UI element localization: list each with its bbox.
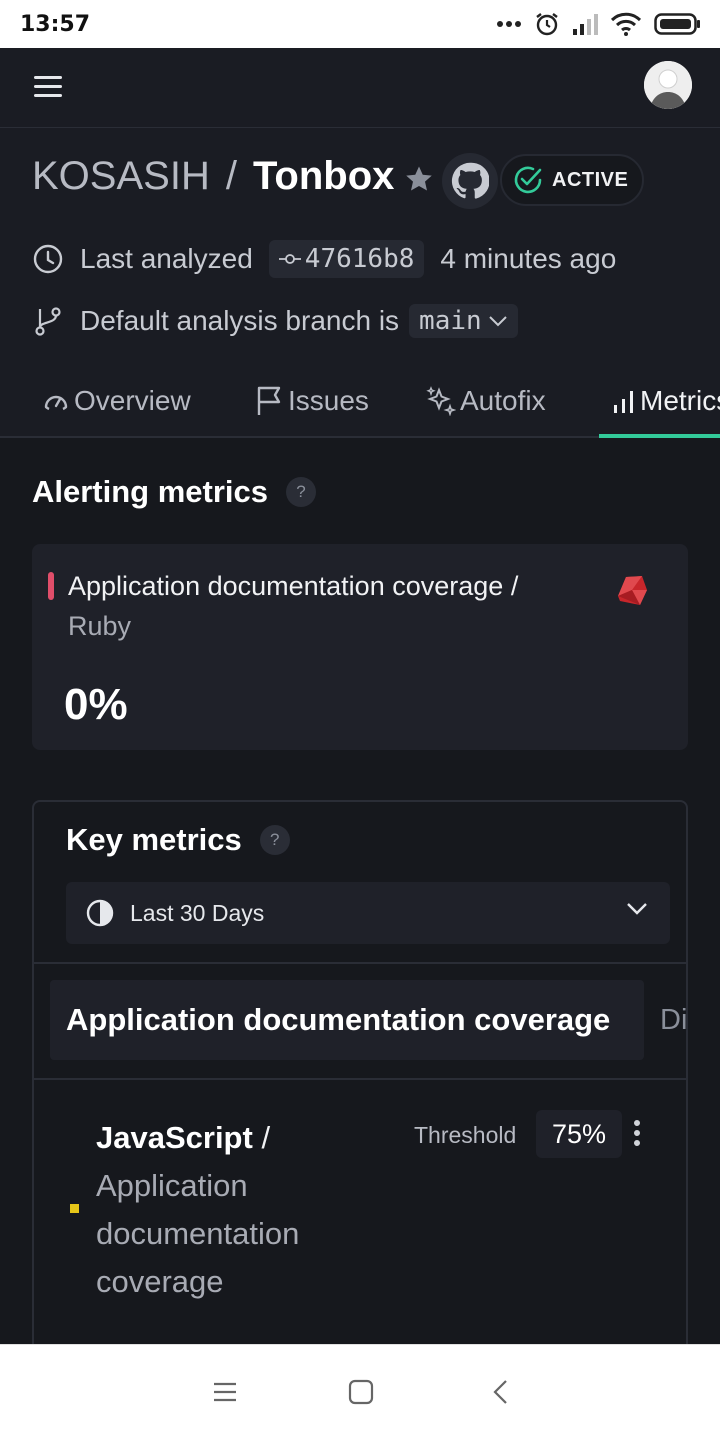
gauge-icon [44, 395, 68, 411]
tab-autofix-label: Autofix [460, 385, 546, 416]
divider [34, 962, 686, 964]
commit-icon [278, 254, 301, 264]
recent-apps-icon[interactable] [212, 1379, 238, 1405]
repo-owner-link[interactable]: KOSASIH [32, 154, 210, 199]
metric-row-title: JavaScript / Application documentation c… [96, 1114, 386, 1306]
alert-metric-value: 0% [64, 680, 128, 729]
status-time: 13:57 [20, 12, 91, 37]
alert-metric-name: Application documentation coverage [68, 571, 504, 601]
commit-hash: 47616b8 [304, 244, 415, 274]
back-icon[interactable] [488, 1379, 514, 1405]
avatar[interactable] [644, 61, 692, 109]
repo-separator: / [225, 154, 237, 198]
threshold-value[interactable]: 75% [536, 1110, 622, 1158]
alert-metric-separator: / [510, 571, 519, 601]
tab-issues-label: Issues [288, 385, 369, 416]
alerting-help-icon[interactable]: ? [286, 477, 317, 507]
metric-row-metric: Application documentation coverage [96, 1168, 300, 1299]
key-metrics-help-icon[interactable]: ? [259, 825, 290, 855]
alert-indicator-bar [48, 572, 54, 600]
tab-overview-label: Overview [74, 385, 191, 416]
ruby-icon [618, 576, 647, 605]
repo-title: KOSASIH / Tonbox [32, 154, 434, 199]
alert-metric-language: Ruby [68, 611, 132, 641]
javascript-icon [70, 1204, 79, 1213]
alert-metric-card[interactable]: Application documentation coverage / Rub… [32, 544, 688, 750]
threshold-label: Threshold [414, 1122, 517, 1148]
commit-link[interactable]: 47616b8 [268, 240, 425, 278]
system-nav-bar [0, 1344, 720, 1440]
sparkle-icon [426, 386, 456, 416]
more-options-icon[interactable] [632, 1120, 642, 1150]
repo-name: Tonbox [252, 154, 395, 198]
chevron-down-icon [488, 316, 507, 327]
date-range-select[interactable]: Last 30 Days [66, 882, 670, 944]
key-metrics-title: Key metrics [66, 822, 242, 857]
alerting-metrics-title: Alerting metrics [32, 474, 269, 509]
alarm-icon [536, 13, 558, 36]
active-tab-indicator [599, 434, 720, 438]
check-circle-icon [514, 166, 542, 194]
app-bar [0, 48, 720, 128]
key-metrics-heading: Key metrics ? [66, 822, 290, 858]
signal-icon [573, 14, 598, 35]
status-badge: ACTIVE [500, 154, 644, 206]
tab-metrics[interactable]: Metrics [612, 378, 720, 424]
analyzed-time-ago: 4 minutes ago [440, 243, 617, 274]
tab-issues[interactable]: Issues [256, 378, 369, 424]
branch-name: main [419, 306, 482, 336]
branch-select[interactable]: main [409, 304, 518, 338]
git-branch-icon [35, 307, 61, 336]
last-analyzed-row: Last analyzed 47616b8 4 minutes ago [32, 240, 616, 278]
status-badge-label: ACTIVE [552, 168, 629, 191]
chevron-down-icon [627, 903, 647, 915]
metric-tab-next[interactable]: Di [660, 980, 686, 1060]
github-link-button[interactable] [442, 153, 498, 209]
default-branch-label: Default analysis branch is [80, 305, 400, 336]
metric-tab-app-doc-coverage[interactable]: Application documentation coverage [50, 980, 644, 1060]
divider [34, 1078, 686, 1080]
flag-icon [257, 386, 281, 415]
status-icons [496, 10, 700, 38]
battery-icon [654, 13, 700, 35]
default-branch-row: Default analysis branch is main [32, 304, 518, 338]
tab-metrics-label: Metrics [640, 385, 720, 416]
alerting-metrics-heading: Alerting metrics ? [32, 474, 317, 510]
bar-chart-icon [614, 391, 633, 413]
tab-overview[interactable]: Overview [42, 378, 191, 424]
clock-icon [33, 244, 63, 274]
alert-metric-title: Application documentation coverage / Rub… [68, 566, 598, 646]
star-icon[interactable] [404, 164, 434, 194]
repo-tabs: Overview Issues Autofix Metrics [0, 366, 720, 438]
home-icon[interactable] [348, 1379, 374, 1405]
status-bar: 13:57 [0, 0, 720, 48]
key-metrics-card: Key metrics ? Last 30 Days Application d… [32, 800, 688, 1360]
tab-autofix[interactable]: Autofix [426, 378, 546, 424]
wifi-icon [610, 12, 642, 36]
metric-row-language: JavaScript [96, 1120, 253, 1155]
user-avatar-icon [644, 61, 692, 109]
github-icon [451, 162, 489, 199]
last-analyzed-label: Last analyzed [80, 243, 253, 274]
metric-row-separator: / [261, 1120, 271, 1155]
repo-header: KOSASIH / Tonbox ACTIVE Last analyzed 47… [0, 128, 720, 438]
pie-chart-icon [86, 899, 114, 927]
menu-icon[interactable] [34, 76, 62, 98]
date-range-label: Last 30 Days [130, 899, 265, 926]
more-dots-icon [497, 21, 521, 27]
